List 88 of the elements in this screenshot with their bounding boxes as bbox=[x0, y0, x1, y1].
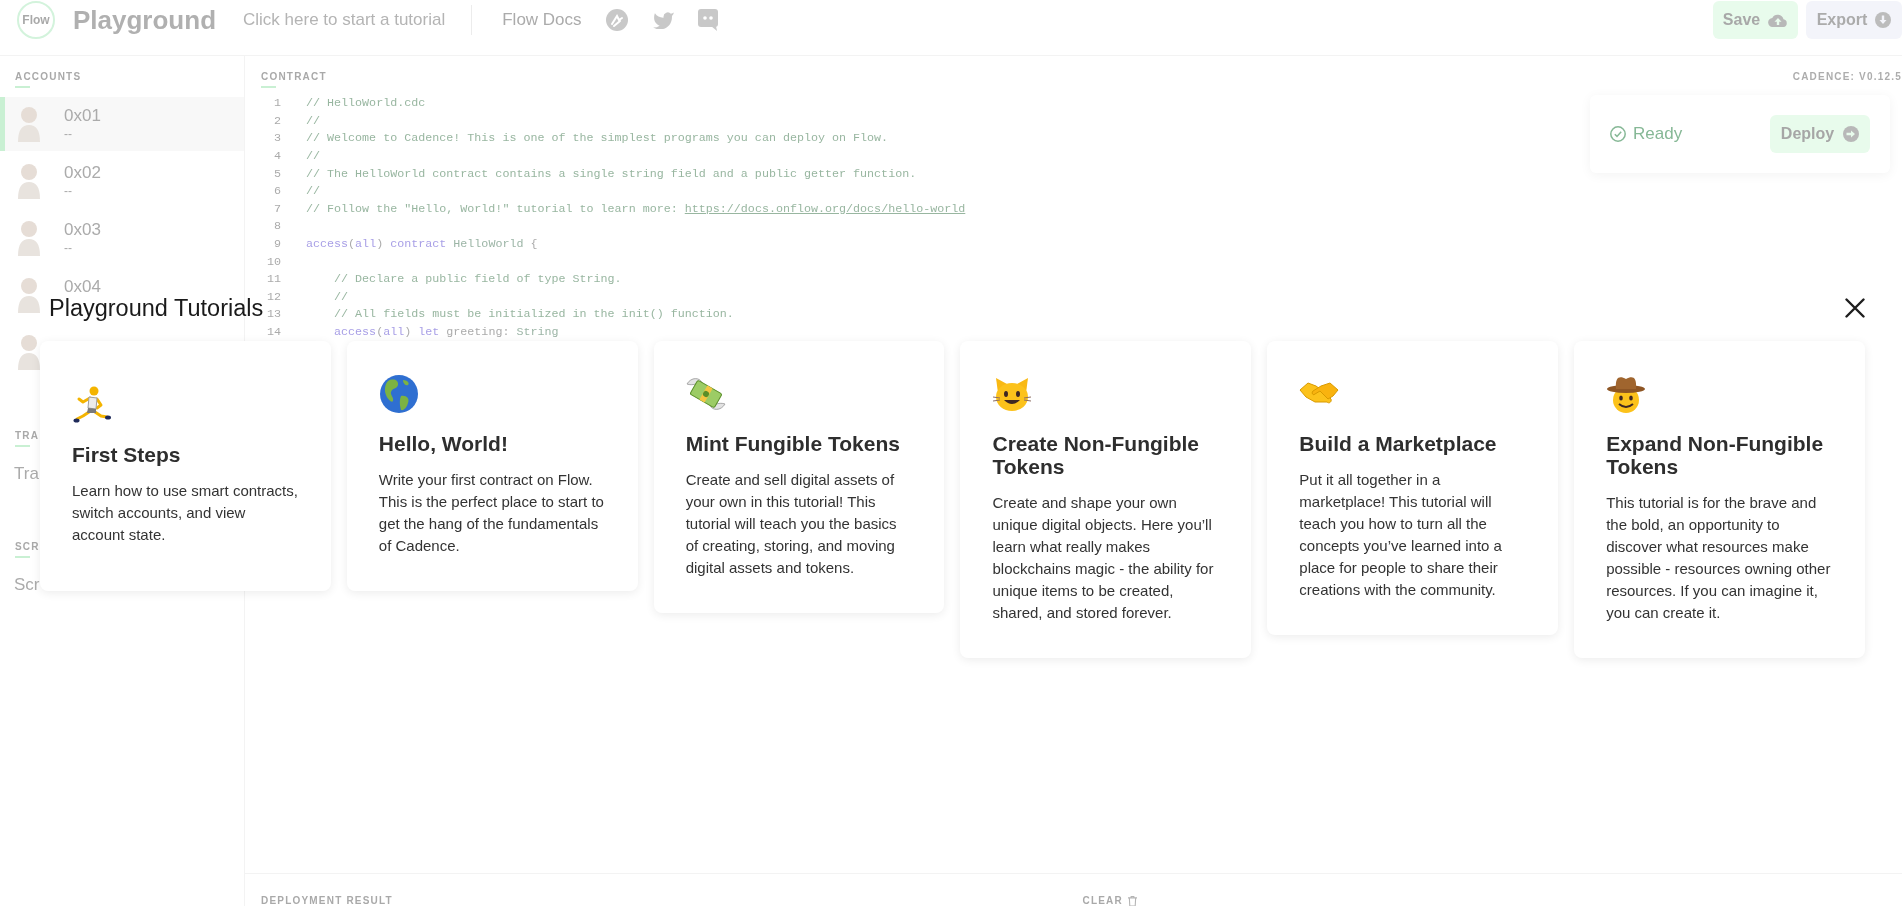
code-line: // bbox=[306, 149, 321, 165]
line-number: 14 bbox=[265, 325, 281, 340]
avatar-icon bbox=[18, 220, 40, 256]
runner-icon bbox=[72, 385, 112, 425]
save-button[interactable]: Save bbox=[1713, 1, 1798, 39]
card-description: This tutorial is for the brave and the bold, an opportunity to discover what resources make possible - resources owning other resources. If you can imagine it, you can create it. bbox=[1606, 493, 1832, 623]
section-heading: SCR bbox=[15, 541, 40, 553]
bird-icon[interactable] bbox=[651, 11, 674, 29]
code-line: access(all) let greeting: String bbox=[333, 325, 559, 340]
docs-link[interactable]: Flow Docs bbox=[502, 10, 582, 30]
tutorial-card[interactable]: First Steps Learn how to use smart contracts, switch accounts, and view account state. bbox=[40, 341, 331, 591]
check-circle-icon bbox=[1610, 126, 1626, 142]
code-line: access(all) contract HelloWorld { bbox=[306, 237, 538, 253]
card-title: Expand Non-Fungible Tokens bbox=[1606, 432, 1825, 478]
card-description: Create and shape your own unique digital objects. Here you’ll learn what really makes blockchains magic - the ability for unique items to be created, shared, and stored forever. bbox=[992, 493, 1215, 623]
card-description: Put it all together in a marketplace! This tutorial will teach you how to turn all the concepts you’ve learned into a place for people to share their creations with the community. bbox=[1299, 470, 1503, 600]
line-number: 10 bbox=[265, 254, 281, 270]
code-link[interactable]: https://docs.onflow.org/docs/hello-world bbox=[684, 201, 966, 216]
account-balance: -- bbox=[64, 127, 73, 141]
tutorial-link[interactable]: Click here to start a tutorial bbox=[243, 10, 446, 30]
tutorial-card[interactable]: Mint Fungible Tokens Create and sell digital assets of your own in this tutorial! This tutorial will teach you the basics of creating, storing, and moving digital assets and tokens. bbox=[653, 341, 945, 613]
logo[interactable]: Flow bbox=[17, 1, 55, 39]
selected-account-row[interactable]: 0x01 -- bbox=[0, 97, 244, 151]
avatar-icon bbox=[18, 163, 40, 199]
code-line: // bbox=[306, 184, 321, 200]
line-number: 1 bbox=[273, 96, 281, 112]
card-title: Create Non-Fungible Tokens bbox=[992, 432, 1200, 478]
line-number: 12 bbox=[265, 289, 281, 305]
code-line: // All fields must be initialized in the init() function. bbox=[333, 307, 734, 323]
account-address[interactable]: 0x04 bbox=[64, 278, 101, 296]
arrow-right-circle-icon bbox=[1843, 126, 1860, 142]
section-heading: DEPLOYMENT RESULT bbox=[261, 895, 393, 906]
section-heading: CONTRACT bbox=[261, 71, 327, 83]
version-label: CADENCE: V0.12.5 bbox=[1792, 71, 1902, 83]
card-title: Build a Marketplace bbox=[1299, 432, 1498, 455]
cowboy-face-icon bbox=[1606, 374, 1647, 414]
avatar-icon bbox=[18, 106, 40, 142]
code-line: // HelloWorld.cdc bbox=[306, 96, 426, 112]
section-heading: TRA bbox=[15, 430, 40, 442]
account-address[interactable]: 0x03 bbox=[64, 221, 101, 239]
code-line: // bbox=[306, 113, 321, 129]
tutorial-card[interactable] bbox=[960, 341, 1252, 658]
line-number: 6 bbox=[273, 184, 281, 200]
line-number: 3 bbox=[273, 131, 281, 147]
avatar-icon bbox=[18, 334, 40, 370]
trash-icon[interactable] bbox=[1127, 896, 1137, 906]
card-title: Hello, World! bbox=[378, 432, 509, 455]
account-address[interactable]: 0x02 bbox=[64, 164, 101, 182]
modal-title: Playground Tutorials bbox=[49, 296, 264, 320]
chat-bubble-icon[interactable] bbox=[697, 9, 718, 31]
account-address[interactable]: 0x01 bbox=[64, 107, 101, 125]
card-title: Mint Fungible Tokens bbox=[685, 432, 901, 455]
script-item[interactable]: Scr bbox=[14, 575, 40, 595]
close-icon[interactable] bbox=[1845, 298, 1865, 318]
line-number: 13 bbox=[265, 307, 281, 323]
code-line: // Declare a public field of type String. bbox=[333, 272, 622, 288]
line-number: 8 bbox=[273, 219, 281, 235]
app-title: Playground bbox=[73, 4, 216, 36]
card-description: Create and sell digital assets of your own in this tutorial! This tutorial will teach you the basics of creating, storing, and moving digital assets and tokens. bbox=[685, 470, 898, 578]
tutorial-card[interactable] bbox=[1574, 341, 1865, 658]
code-line: // Welcome to Cadence! This is one of the simplest programs you can deploy on Flow. bbox=[306, 131, 889, 147]
deploy-button[interactable]: Deploy bbox=[1770, 115, 1870, 153]
status-label: Ready bbox=[1633, 124, 1683, 144]
code-line: // The HelloWorld contract contains a single string field and a public getter function. bbox=[306, 166, 917, 182]
card-description: Learn how to use smart contracts, switch accounts, and view account state. bbox=[72, 481, 299, 545]
card-title: First Steps bbox=[72, 443, 182, 466]
code-line: // Follow the "Hello, World!" tutorial to learn more: https://docs.onflow.org/docs/hello-world bbox=[306, 201, 966, 217]
account-balance: -- bbox=[64, 241, 73, 255]
globe-icon bbox=[378, 374, 419, 414]
card-description: Write your first contract on Flow. This is the perfect place to start to get the hang of the fundamentals of Cadence. bbox=[378, 470, 605, 556]
line-number: 4 bbox=[273, 149, 281, 165]
line-number: 5 bbox=[273, 166, 281, 182]
code-line: // bbox=[333, 289, 349, 305]
transaction-item[interactable]: Tra bbox=[14, 464, 39, 484]
cloud-upload-icon bbox=[1768, 13, 1789, 27]
avatar-icon bbox=[18, 277, 40, 313]
export-button[interactable]: Export bbox=[1806, 1, 1902, 39]
round-logo-icon[interactable] bbox=[605, 9, 628, 31]
section-heading: ACCOUNTS bbox=[15, 71, 82, 83]
line-number: 9 bbox=[273, 237, 281, 253]
tutorial-card[interactable]: Build a Marketplace Put it all together in a marketplace! This tutorial will teach you how to turn all the concepts you’ve learned into a place for people to share their creations with the community. bbox=[1267, 341, 1559, 635]
line-number: 11 bbox=[265, 272, 281, 288]
download-icon bbox=[1875, 12, 1892, 28]
account-balance: -- bbox=[64, 184, 73, 198]
clear-button[interactable]: CLEAR bbox=[1082, 895, 1123, 906]
line-number: 2 bbox=[273, 113, 281, 129]
tutorial-card[interactable]: Hello, World! Write your first contract on Flow. This is the perfect place to start to get the hang of the fundamentals of Cadence. bbox=[346, 341, 638, 591]
line-number: 7 bbox=[273, 201, 281, 217]
